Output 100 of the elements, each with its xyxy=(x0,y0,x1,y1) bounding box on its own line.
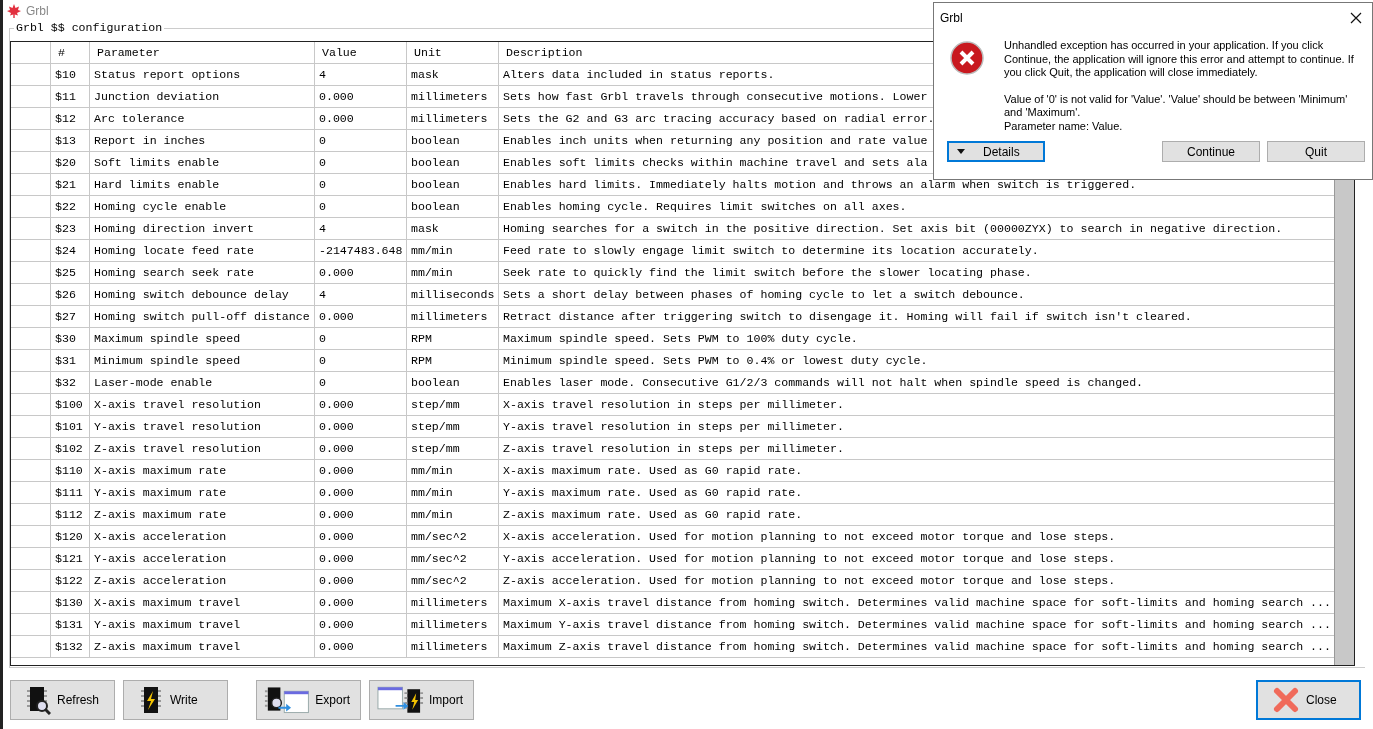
table-cell: 0.000 xyxy=(319,486,354,499)
toolbar-button[interactable]: Import xyxy=(369,680,474,720)
table-cell: step/mm xyxy=(411,442,460,455)
table-cell: mm/sec^2 xyxy=(411,552,467,565)
details-button[interactable]: Details xyxy=(947,141,1045,162)
chip-to-file-icon xyxy=(263,685,312,715)
close-icon[interactable] xyxy=(1350,12,1362,24)
table-cell: 0.000 xyxy=(319,90,354,103)
table-cell: Z-axis maximum rate. Used as G0 rapid rate. xyxy=(503,508,803,521)
table-cell: Retract distance after triggering switch to disengage it. Homing will fail if switch isn't cleared. xyxy=(503,310,1192,323)
table-cell: Z-axis maximum rate xyxy=(94,508,227,521)
chip-lightning-icon xyxy=(138,685,164,715)
table-cell: $32 xyxy=(55,376,76,389)
table-cell: $110 xyxy=(55,464,83,477)
table-cell: Maximum spindle speed xyxy=(94,332,241,345)
dialog-button[interactable]: Continue xyxy=(1162,141,1260,162)
error-detail: Value of '0' is not valid for 'Value'. 'Value' should be between 'Minimum' and 'Maximum'. xyxy=(1004,92,1349,120)
table-cell: Enables soft limits checks within machine travel and sets ala xyxy=(503,156,928,169)
table-cell: X-axis travel resolution in steps per millimeter. xyxy=(503,398,844,411)
table-cell: Sets the G2 and G3 arc tracing accuracy based on radial error. xyxy=(503,112,935,125)
table-cell: Minimum spindle speed xyxy=(94,354,241,367)
table-cell: Laser-mode enable xyxy=(94,376,213,389)
table-cell: milliseconds xyxy=(411,288,495,301)
table-cell: Y-axis travel resolution xyxy=(94,420,261,433)
table-cell: X-axis maximum travel xyxy=(94,596,241,609)
table-cell: Sets a short delay between phases of homing cycle to let a switch debounce. xyxy=(503,288,1025,301)
table-cell: Enables laser mode. Consecutive G1/2/3 commands will not halt when spindle speed is changed. xyxy=(503,376,1144,389)
table-cell: $120 xyxy=(55,530,83,543)
toolbar-button[interactable]: Export xyxy=(256,680,361,720)
dialog-title: Grbl xyxy=(940,11,963,25)
toolbar-button[interactable]: Refresh xyxy=(10,680,115,720)
table-cell: Homing switch debounce delay xyxy=(94,288,289,301)
table-cell: 0.000 xyxy=(319,530,354,543)
table-cell: 4 xyxy=(319,68,326,81)
table-cell: millimeters xyxy=(411,618,488,631)
table-cell: Y-axis maximum rate xyxy=(94,486,227,499)
table-cell: boolean xyxy=(411,178,460,191)
table-cell: Enables inch units when returning any position and rate value xyxy=(503,134,928,147)
table-cell: Z-axis travel resolution xyxy=(94,442,261,455)
table-cell: Status report options xyxy=(94,68,241,81)
table-cell: 0.000 xyxy=(319,398,354,411)
table-cell: Enables hard limits. Immediately halts motion and throws an alarm when switch is triggered. xyxy=(503,178,1137,191)
table-cell: Seek rate to quickly find the limit switch before the slower locating phase. xyxy=(503,266,1032,279)
table-cell: Homing searches for a switch in the positive direction. Set axis bit (00000ZYX) to search in negative direction. xyxy=(503,222,1283,235)
table-cell: 4 xyxy=(319,288,326,301)
table-cell: Maximum X-axis travel distance from homing switch. Determines valid machine space for soft-limits and homing search ... xyxy=(503,596,1331,609)
table-cell: 0 xyxy=(319,156,326,169)
table-cell: Homing locate feed rate xyxy=(94,244,255,257)
column-header[interactable]: Parameter xyxy=(90,42,315,63)
table-cell: Z-axis maximum travel xyxy=(94,640,241,653)
table-cell: $121 xyxy=(55,552,83,565)
table-cell: step/mm xyxy=(411,398,460,411)
table-cell: Soft limits enable xyxy=(94,156,220,169)
table-cell: 0 xyxy=(319,178,326,191)
table-cell: $112 xyxy=(55,508,83,521)
table-cell: $31 xyxy=(55,354,76,367)
close-button[interactable]: Close xyxy=(1256,680,1361,720)
table-cell: 0.000 xyxy=(319,442,354,455)
table-cell: 0 xyxy=(319,332,326,345)
table-cell: $102 xyxy=(55,442,83,455)
table-cell: Feed rate to slowly engage limit switch to determine its location accurately. xyxy=(503,244,1039,257)
table-cell: Junction deviation xyxy=(94,90,220,103)
table-cell: millimeters xyxy=(411,310,488,323)
table-cell: Maximum spindle speed. Sets PWM to 100% duty cycle. xyxy=(503,332,858,345)
table-cell: $111 xyxy=(55,486,83,499)
table-cell: mm/min xyxy=(411,486,453,499)
table-cell: 0.000 xyxy=(319,596,354,609)
table-cell: boolean xyxy=(411,134,460,147)
column-header[interactable]: # xyxy=(51,42,90,63)
table-cell: $27 xyxy=(55,310,76,323)
table-cell: Alters data included in status reports. xyxy=(503,68,775,81)
table-cell: millimeters xyxy=(411,596,488,609)
table-cell: $20 xyxy=(55,156,76,169)
table-cell: 0.000 xyxy=(319,266,354,279)
table-cell: X-axis acceleration. Used for motion planning to not exceed motor torque and lose steps. xyxy=(503,530,1116,543)
error-detail: Parameter name: Value. xyxy=(1004,119,1124,133)
table-cell: $132 xyxy=(55,640,83,653)
table-cell: Hard limits enable xyxy=(94,178,220,191)
table-cell: $13 xyxy=(55,134,76,147)
table-cell: $26 xyxy=(55,288,76,301)
table-cell: Y-axis acceleration xyxy=(94,552,227,565)
table-cell: Y-axis maximum travel xyxy=(94,618,241,631)
table-cell: millimeters xyxy=(411,640,488,653)
table-cell: Homing search seek rate xyxy=(94,266,255,279)
table-cell: Maximum Y-axis travel distance from homing switch. Determines valid machine space for soft-limits and homing search ... xyxy=(503,618,1331,631)
window-title: Grbl xyxy=(26,4,49,18)
table-cell: mm/min xyxy=(411,266,453,279)
table-cell: 0.000 xyxy=(319,310,354,323)
table-cell: Z-axis acceleration. Used for motion planning to not exceed motor torque and lose steps. xyxy=(503,574,1116,587)
table-cell: $131 xyxy=(55,618,83,631)
table-cell: Z-axis travel resolution in steps per millimeter. xyxy=(503,442,844,455)
table-cell: millimeters xyxy=(411,90,488,103)
column-header[interactable]: Value xyxy=(315,42,407,63)
caret-icon xyxy=(957,149,965,154)
toolbar-button[interactable]: Write xyxy=(123,680,228,720)
table-cell: -2147483.648 xyxy=(319,244,403,257)
dialog-button[interactable]: Quit xyxy=(1267,141,1365,162)
table-cell: X-axis acceleration xyxy=(94,530,227,543)
table-cell: mm/min xyxy=(411,244,453,257)
column-header[interactable]: Unit xyxy=(407,42,499,63)
